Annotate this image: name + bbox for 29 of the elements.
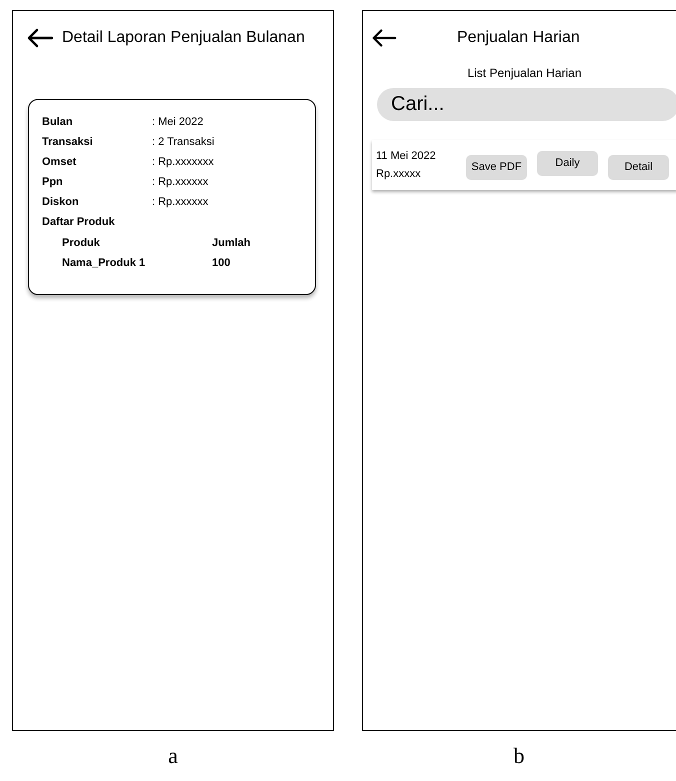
page-title: Penjualan Harian (457, 28, 580, 48)
field-value: : Rp.xxxxxxx (152, 154, 214, 170)
column-header: Produk (62, 236, 101, 251)
item-amount: Rp.xxxxx (376, 167, 422, 182)
sales-list-item[interactable]: 11 Mei 2022 Rp.xxxxx Save PDF Daily Detail (372, 140, 676, 190)
action-button[interactable]: Daily (537, 150, 598, 176)
action-button[interactable]: Save PDF (466, 154, 527, 180)
back-arrow-icon[interactable] (371, 28, 397, 48)
action-button[interactable]: Detail (608, 154, 669, 180)
page-title: Detail Laporan Penjualan Bulanan (62, 28, 305, 48)
field-label: Transaksi (42, 134, 94, 150)
field-label: Omset (42, 154, 78, 170)
field-label: Ppn (42, 174, 64, 190)
table-cell-text: 100 (212, 256, 230, 271)
figure-caption: a (168, 742, 178, 770)
field-value: : Rp.xxxxxx (152, 194, 208, 210)
column-header: Jumlah (212, 236, 251, 251)
search-field[interactable]: Cari... (377, 88, 676, 121)
field-value: : 2 Transaksi (152, 134, 214, 150)
field-label: Bulan (42, 114, 74, 130)
back-arrow-icon[interactable] (26, 28, 54, 48)
field-value: : Mei 2022 (152, 114, 204, 130)
figure-caption: b (514, 742, 524, 770)
field-value: : Rp.xxxxxx (152, 174, 208, 190)
section-heading: Daftar Produk (42, 214, 115, 230)
list-subtitle: List Penjualan Harian (467, 65, 582, 82)
table-cell-text: Nama_Produk 1 (62, 256, 146, 271)
field-label: Diskon (42, 194, 80, 210)
item-date: 11 Mei 2022 (376, 148, 437, 164)
